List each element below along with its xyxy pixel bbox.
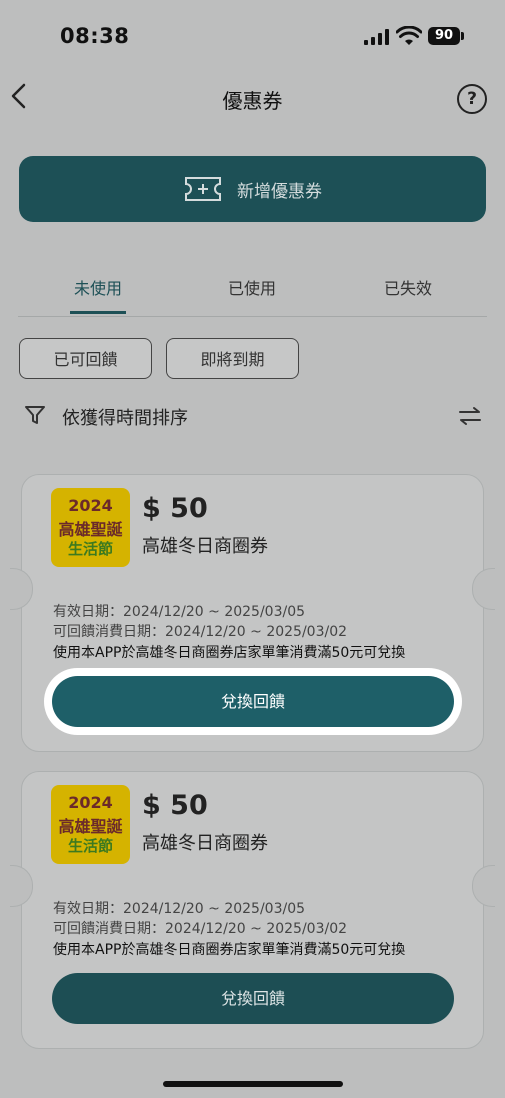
card-notch: [10, 865, 33, 907]
coupon-valid-date: 有效日期：2024/12/20 ~ 2025/03/05: [53, 901, 306, 917]
swap-icon[interactable]: [456, 404, 484, 428]
help-icon[interactable]: ?: [457, 84, 487, 114]
home-indicator[interactable]: [163, 1081, 343, 1087]
active-tab-indicator: [70, 311, 126, 314]
battery-tip: [461, 32, 464, 40]
coupon-card: 2024 高雄聖誕 生活節 $ 50 高雄冬日商圈券 有效日期：2024/12/…: [10, 474, 495, 752]
logo-line2: 生活節: [67, 540, 113, 558]
logo-year: 2024: [68, 496, 113, 515]
status-time: 08:38: [60, 24, 130, 48]
coupon-redeem-date: 可回饋消費日期：2024/12/20 ~ 2025/03/02: [53, 624, 348, 640]
coupon-name: 高雄冬日商圈券: [142, 536, 268, 557]
add-coupon-button[interactable]: 新增優惠券: [19, 156, 486, 222]
ticket-plus-icon: [185, 177, 221, 201]
coupon-card: 2024 高雄聖誕 生活節 $ 50 高雄冬日商圈券 有效日期：2024/12/…: [10, 771, 495, 1049]
card-notch: [472, 865, 495, 907]
coupon-valid-date: 有效日期：2024/12/20 ~ 2025/03/05: [53, 604, 306, 620]
redeem-button[interactable]: 兌換回饋: [52, 973, 454, 1024]
tab-divider: [18, 316, 487, 317]
logo-year: 2024: [68, 793, 113, 812]
card-notch: [472, 568, 495, 610]
coupon-amount: $ 50: [142, 790, 208, 821]
coupon-name: 高雄冬日商圈券: [142, 833, 268, 854]
wifi-icon: [396, 26, 422, 45]
tab-expired[interactable]: 已失效: [348, 275, 468, 299]
logo-line2: 生活節: [67, 837, 113, 855]
page-title: 優惠券: [222, 89, 283, 113]
coupon-logo: 2024 高雄聖誕 生活節: [51, 785, 130, 864]
coupon-condition: 使用本APP於高雄冬日商圈券店家單筆消費滿50元可兌換: [53, 942, 406, 958]
sort-label[interactable]: 依獲得時間排序: [62, 404, 188, 430]
tab-used[interactable]: 已使用: [192, 275, 312, 299]
coupon-amount: $ 50: [142, 493, 208, 524]
redeem-button[interactable]: 兌換回饋: [52, 676, 454, 727]
logo-line1: 高雄聖誕: [58, 817, 123, 836]
add-coupon-label: 新增優惠券: [237, 181, 322, 202]
coupon-logo: 2024 高雄聖誕 生活節: [51, 488, 130, 567]
coupon-redeem-date: 可回饋消費日期：2024/12/20 ~ 2025/03/02: [53, 921, 348, 937]
coupon-condition: 使用本APP於高雄冬日商圈券店家單筆消費滿50元可兌換: [53, 645, 406, 661]
chip-redeemable[interactable]: 已可回饋: [19, 338, 152, 379]
chip-expiring-soon[interactable]: 即將到期: [166, 338, 299, 379]
signal-icon: [364, 29, 390, 45]
battery-icon: 90: [428, 27, 460, 45]
filter-icon[interactable]: [24, 404, 46, 426]
card-notch: [10, 568, 33, 610]
tab-unused[interactable]: 未使用: [38, 275, 158, 299]
logo-line1: 高雄聖誕: [58, 520, 123, 539]
